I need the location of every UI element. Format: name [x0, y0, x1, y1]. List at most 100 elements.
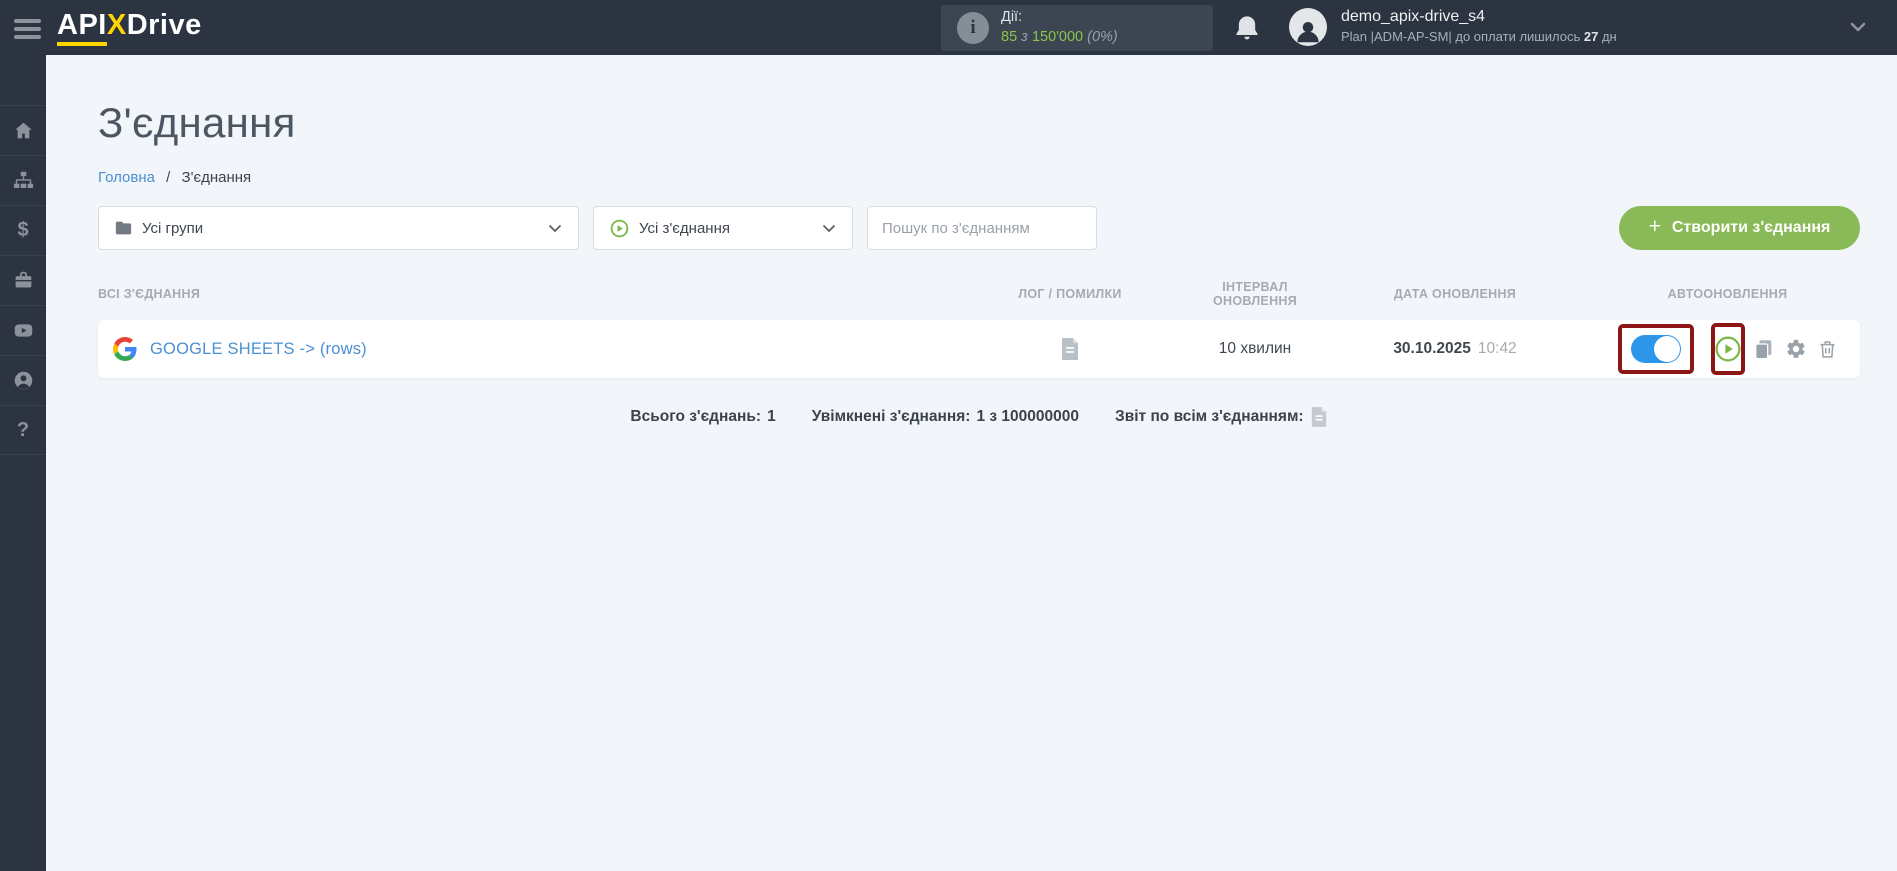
plus-icon: +	[1649, 215, 1661, 239]
log-document-icon[interactable]	[1060, 337, 1080, 361]
user-icon	[13, 370, 34, 391]
sidebar-item-help[interactable]: ?	[0, 405, 46, 455]
sidebar-nav: $ ?	[0, 55, 46, 871]
logo-drive: Drive	[127, 9, 202, 41]
hamburger-bar	[14, 27, 41, 31]
header-update-date: ДАТА ОНОВЛЕННЯ	[1315, 287, 1595, 301]
usage-percent: (0%)	[1087, 29, 1118, 45]
groups-dropdown[interactable]: Усі групи	[98, 206, 579, 250]
total-connections-label: Всього з'єднань:	[630, 408, 761, 426]
groups-dropdown-value: Усі групи	[142, 220, 203, 237]
toggle-annotation-box	[1618, 324, 1694, 374]
run-annotation-box	[1711, 323, 1745, 375]
question-icon: ?	[17, 419, 29, 442]
folder-icon	[115, 221, 132, 235]
sidebar-item-connections[interactable]	[0, 155, 46, 205]
usage-label: Дії:	[1001, 8, 1118, 28]
copy-icon	[1753, 338, 1775, 360]
account-menu[interactable]: demo_apix-drive_s4 Plan |ADM-AP-SM| до о…	[1341, 8, 1617, 44]
log-cell	[945, 337, 1195, 361]
briefcase-icon	[13, 270, 34, 291]
search-input[interactable]	[867, 206, 1097, 250]
enabled-connections: Увімкнені з'єднання: 1 з 100000000	[812, 408, 1079, 426]
account-name: demo_apix-drive_s4	[1341, 8, 1617, 26]
plan-days: 27	[1584, 29, 1598, 44]
filters-row: Усі групи Усі з'єднання + Створити з'єдн…	[98, 206, 1860, 250]
report-all-connections: Звіт по всім з'єднанням:	[1115, 406, 1328, 428]
topbar: APIXDrive i Дії: 85 з 150'000 (0%) demo_…	[0, 0, 1897, 55]
google-icon	[113, 337, 137, 361]
hamburger-bar	[14, 19, 41, 23]
total-connections-value: 1	[767, 408, 776, 426]
report-label: Звіт по всім з'єднанням:	[1115, 408, 1304, 426]
delete-button[interactable]	[1817, 338, 1838, 360]
gear-icon	[1785, 338, 1807, 360]
trash-icon	[1817, 338, 1838, 360]
chevron-down-icon	[548, 224, 562, 233]
logo-api: API	[57, 9, 107, 46]
apixdrive-logo[interactable]: APIXDrive	[57, 9, 202, 42]
date-cell: 30.10.2025 10:42	[1315, 340, 1595, 358]
sidebar-item-home[interactable]	[0, 105, 46, 155]
create-connection-button[interactable]: + Створити з'єднання	[1619, 206, 1860, 250]
dollar-icon: $	[17, 219, 28, 242]
header-autoupdate: АВТООНОВЛЕННЯ	[1595, 287, 1860, 301]
enabled-connections-label: Увімкнені з'єднання:	[812, 408, 971, 426]
connections-dropdown-value: Усі з'єднання	[639, 220, 730, 237]
account-plan: Plan |ADM-AP-SM| до оплати лишилось 27 д…	[1341, 29, 1617, 44]
main-content: З'єднання Головна / З'єднання Усі групи …	[46, 55, 1897, 871]
report-document-icon[interactable]	[1310, 406, 1328, 428]
usage-of: з	[1021, 29, 1028, 45]
create-connection-label: Створити з'єднання	[1672, 219, 1831, 237]
usage-stats: Дії: 85 з 150'000 (0%)	[1001, 8, 1118, 47]
usage-total: 150'000	[1032, 29, 1083, 45]
breadcrumb-current: З'єднання	[182, 169, 252, 186]
plan-text: Plan |ADM-AP-SM| до оплати лишилось	[1341, 29, 1580, 44]
total-connections: Всього з'єднань: 1	[630, 408, 775, 426]
play-circle-icon	[610, 219, 629, 238]
logo-x: X	[107, 9, 127, 41]
sidebar-item-services[interactable]	[0, 255, 46, 305]
header-all-connections: ВСІ З'ЄДНАННЯ	[98, 287, 945, 301]
sidebar-item-billing[interactable]: $	[0, 205, 46, 255]
breadcrumb-home-link[interactable]: Головна	[98, 169, 155, 186]
autoupdate-toggle[interactable]	[1631, 335, 1681, 363]
connections-filter-dropdown[interactable]: Усі з'єднання	[593, 206, 853, 250]
plan-days-unit: дн	[1602, 29, 1617, 44]
user-avatar[interactable]	[1289, 8, 1327, 46]
account-chevron-down-icon	[1850, 22, 1866, 32]
interval-cell: 10 хвилин	[1195, 340, 1315, 358]
connection-name-cell: GOOGLE SHEETS -> (rows)	[98, 337, 945, 361]
sidebar-item-video[interactable]	[0, 305, 46, 355]
run-now-button[interactable]	[1715, 336, 1741, 362]
sitemap-icon	[13, 170, 34, 191]
header-update-interval: ІНТЕРВАЛ ОНОВЛЕННЯ	[1195, 280, 1315, 308]
update-time: 10:42	[1478, 340, 1517, 358]
usage-badge: i Дії: 85 з 150'000 (0%)	[941, 5, 1213, 51]
update-date: 30.10.2025	[1393, 340, 1471, 358]
notifications-bell-icon[interactable]	[1233, 13, 1261, 43]
breadcrumb-separator: /	[166, 169, 170, 186]
toggle-knob	[1654, 336, 1680, 362]
connection-link[interactable]: GOOGLE SHEETS -> (rows)	[150, 340, 367, 359]
avatar-person-icon	[1293, 16, 1323, 46]
hamburger-bar	[14, 35, 41, 39]
actions-cell	[1595, 323, 1860, 375]
table-row: GOOGLE SHEETS -> (rows) 10 хвилин 30.10.…	[98, 320, 1860, 378]
enabled-connections-value: 1 з 100000000	[976, 408, 1079, 426]
summary-row: Всього з'єднань: 1 Увімкнені з'єднання: …	[98, 406, 1860, 428]
sidebar-item-account[interactable]	[0, 355, 46, 405]
page-title: З'єднання	[98, 99, 1860, 147]
breadcrumb: Головна / З'єднання	[98, 169, 1860, 186]
copy-connection-button[interactable]	[1753, 338, 1775, 360]
info-icon[interactable]: i	[957, 12, 989, 44]
usage-used: 85	[1001, 29, 1017, 45]
usage-values: 85 з 150'000 (0%)	[1001, 28, 1118, 48]
home-icon	[13, 120, 34, 141]
video-icon	[12, 320, 35, 341]
table-header-row: ВСІ З'ЄДНАННЯ ЛОГ / ПОМИЛКИ ІНТЕРВАЛ ОНО…	[98, 280, 1860, 308]
chevron-down-icon	[822, 224, 836, 233]
hamburger-menu-icon[interactable]	[14, 19, 41, 39]
settings-button[interactable]	[1785, 338, 1807, 360]
header-log-errors: ЛОГ / ПОМИЛКИ	[945, 287, 1195, 301]
